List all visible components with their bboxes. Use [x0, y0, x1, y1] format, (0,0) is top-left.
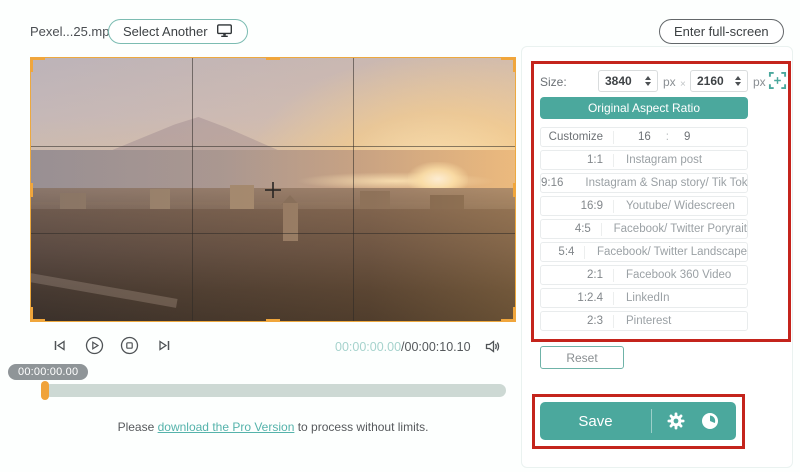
play-button[interactable]	[85, 336, 104, 355]
timeline-handle[interactable]	[41, 381, 49, 400]
aspect-ratio-list: Customize 16 : 9 1:1 Instagram post 9:16…	[540, 127, 748, 331]
timeline-track[interactable]	[44, 384, 506, 397]
pro-version-link[interactable]: download the Pro Version	[158, 420, 295, 434]
pro-note-suffix: to process without limits.	[294, 420, 428, 434]
total-time: /00:00:10.10	[401, 340, 471, 354]
preset-row-16-9[interactable]: 16:9 Youtube/ Widescreen	[540, 196, 748, 216]
preset-desc: Facebook 360 Video	[614, 269, 731, 281]
enter-fullscreen-button[interactable]: Enter full-screen	[659, 19, 784, 44]
time-display: 00:00:00.00/00:00:10.10	[335, 340, 471, 354]
preset-desc: Instagram post	[614, 154, 702, 166]
preset-ratio: 16:9	[541, 200, 613, 212]
width-unit-label: px	[663, 75, 676, 89]
height-value: 2160	[697, 74, 724, 88]
crop-icon[interactable]	[768, 71, 787, 90]
crop-corner-bottom-right[interactable]	[501, 307, 516, 322]
width-input[interactable]: 3840	[598, 70, 658, 92]
preset-row-9-16[interactable]: 9:16 Instagram & Snap story/ Tik Tok	[540, 173, 748, 193]
preset-ratio: 2:1	[541, 269, 613, 281]
step-down-icon[interactable]	[735, 82, 741, 86]
pro-note-prefix: Please	[118, 420, 158, 434]
timeline-tooltip: 00:00:00.00	[8, 364, 88, 380]
step-up-icon[interactable]	[735, 76, 741, 80]
step-up-icon[interactable]	[645, 76, 651, 80]
preset-desc: Youtube/ Widescreen	[614, 200, 735, 212]
size-label: Size:	[540, 75, 567, 89]
crop-overlay[interactable]	[30, 57, 516, 322]
preset-ratio: 1:2.4	[541, 292, 613, 304]
crop-handle-right[interactable]	[513, 183, 516, 197]
height-input[interactable]: 2160	[690, 70, 748, 92]
prev-frame-button[interactable]	[50, 336, 69, 355]
original-aspect-ratio-button[interactable]: Original Aspect Ratio	[540, 97, 748, 119]
customize-label: Customize	[541, 131, 613, 143]
video-preview[interactable]	[30, 57, 516, 322]
crop-corner-bottom-left[interactable]	[30, 307, 45, 322]
preset-row-2-1[interactable]: 2:1 Facebook 360 Video	[540, 265, 748, 285]
loaded-filename: Pexel...25.mp4	[30, 24, 117, 39]
settings-gear-icon[interactable]	[666, 411, 686, 431]
preset-row-1-2-4[interactable]: 1:2.4 LinkedIn	[540, 288, 748, 308]
step-down-icon[interactable]	[645, 82, 651, 86]
preset-ratio: 1:1	[541, 154, 613, 166]
width-stepper[interactable]	[645, 76, 651, 86]
grid-line-vertical-1	[192, 58, 193, 321]
ratio-separator: :	[666, 131, 669, 143]
preset-row-4-5[interactable]: 4:5 Facebook/ Twitter Poryrait	[540, 219, 748, 239]
select-another-label: Select Another	[123, 24, 208, 39]
height-stepper[interactable]	[735, 76, 741, 86]
pro-version-note: Please download the Pro Version to proce…	[30, 420, 516, 434]
preset-desc: LinkedIn	[614, 292, 669, 304]
monitor-icon	[216, 23, 233, 41]
preset-desc: Pinterest	[614, 315, 671, 327]
width-value: 3840	[605, 74, 632, 88]
preset-row-2-3[interactable]: 2:3 Pinterest	[540, 311, 748, 331]
preset-desc: Instagram & Snap story/ Tik Tok	[573, 177, 747, 189]
current-time: 00:00:00.00	[335, 340, 401, 354]
preset-ratio: 9:16	[541, 177, 573, 189]
customize-height-field[interactable]: 9	[684, 131, 690, 143]
customize-row[interactable]: Customize 16 : 9	[540, 127, 748, 147]
reset-button[interactable]: Reset	[540, 346, 624, 369]
select-another-button[interactable]: Select Another	[108, 19, 248, 44]
preset-desc: Facebook/ Twitter Landscape	[585, 246, 747, 258]
grid-line-horizontal-1	[31, 146, 515, 147]
transport-controls	[50, 336, 174, 355]
save-label: Save	[540, 413, 651, 430]
preset-row-5-4[interactable]: 5:4 Facebook/ Twitter Landscape	[540, 242, 748, 262]
crop-corner-top-right[interactable]	[501, 57, 516, 72]
crop-handle-left[interactable]	[30, 183, 33, 197]
stop-button[interactable]	[120, 336, 139, 355]
preset-ratio: 4:5	[541, 223, 601, 235]
app-window: Pexel...25.mp4 Select Another Enter full…	[0, 0, 800, 472]
enter-fullscreen-label: Enter full-screen	[674, 24, 769, 39]
divider	[651, 409, 652, 433]
crop-corner-top-left[interactable]	[30, 57, 45, 72]
customize-width-field[interactable]: 16	[638, 131, 651, 143]
crop-handle-top[interactable]	[266, 57, 280, 60]
preset-ratio: 2:3	[541, 315, 613, 327]
crop-handle-bottom[interactable]	[266, 319, 280, 322]
preset-row-1-1[interactable]: 1:1 Instagram post	[540, 150, 748, 170]
schedule-clock-icon[interactable]	[700, 411, 720, 431]
grid-line-horizontal-2	[31, 233, 515, 234]
preset-ratio: 5:4	[541, 246, 584, 258]
next-frame-button[interactable]	[155, 336, 174, 355]
grid-line-vertical-2	[353, 58, 354, 321]
crop-center-cross	[272, 182, 274, 198]
save-button[interactable]: Save	[540, 402, 736, 440]
preset-desc: Facebook/ Twitter Poryrait	[602, 223, 747, 235]
height-unit-label: px	[753, 75, 766, 89]
multiply-sign: ×	[680, 79, 686, 90]
volume-icon[interactable]	[483, 337, 502, 356]
